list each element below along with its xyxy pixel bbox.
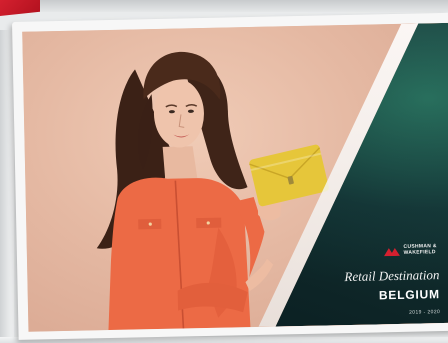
brochure-cover: CUSHMAN & WAKEFIELD Retail Destination B… — [22, 22, 448, 332]
cover-subtitle: Retail Destination — [344, 267, 440, 285]
brochure: CUSHMAN & WAKEFIELD Retail Destination B… — [12, 12, 448, 340]
cushman-wakefield-logo-icon — [383, 247, 400, 256]
cover-title: BELGIUM — [378, 287, 440, 303]
top-shadow — [40, 0, 448, 12]
cushman-wakefield-logo: CUSHMAN & WAKEFIELD — [383, 243, 437, 256]
logo-wordmark: CUSHMAN & WAKEFIELD — [403, 243, 436, 256]
paper-stack-edge — [0, 30, 14, 343]
red-book-edge — [0, 0, 40, 17]
cover-years: 2019 - 2020 — [409, 309, 441, 316]
logo-text-line2: WAKEFIELD — [403, 248, 436, 256]
photo-scene: CUSHMAN & WAKEFIELD Retail Destination B… — [0, 0, 448, 343]
